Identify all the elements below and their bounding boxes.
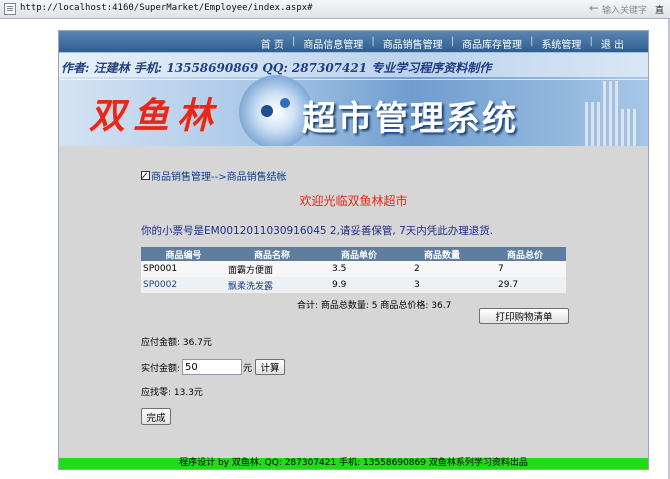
paid-amount-unit: 元: [243, 363, 253, 374]
page-icon: [4, 3, 16, 15]
header-banner: 作者: 汪建林 手机: 13558690869 QQ: 287307421 专业…: [59, 53, 648, 151]
search-extra-text: 直: [655, 6, 665, 16]
breadcrumb: 商品销售管理-->商品销售结帐: [141, 168, 287, 183]
browser-address-bar: http://localhost:4160/SuperMarket/Employ…: [0, 0, 670, 19]
table-row: SP0001 面霸方便面 3.5 2 7: [141, 261, 566, 277]
receipt-message: 你的小票号是EM0012011030916045 2,请妥善保管, 7天内凭此办…: [141, 225, 494, 237]
table-header-row: 商品编号 商品名称 商品单价 商品数量 商品总价: [141, 247, 566, 261]
system-title: 超市管理系统: [302, 99, 518, 139]
nav-home[interactable]: 首 页: [253, 36, 292, 51]
paid-amount-input[interactable]: [182, 359, 243, 375]
calculate-button[interactable]: 计算: [255, 359, 286, 375]
cell-total-price: 29.7: [484, 277, 566, 293]
cell-quantity: 2: [400, 261, 484, 277]
cell-product-code: SP0002: [141, 277, 226, 293]
building-decoration-icon: [585, 81, 639, 151]
app-frame: 首 页 | 商品信息管理 | 商品销售管理 | 商品库存管理 | 系统管理 | …: [58, 30, 649, 470]
cell-product-name: 飘柔洗发露: [226, 277, 318, 293]
breadcrumb-text[interactable]: 商品销售管理-->商品销售结帐: [151, 168, 287, 183]
search-box[interactable]: 输入关键字: [602, 3, 647, 16]
author-info: 作者: 汪建林 手机: 13558690869 QQ: 287307421 专业…: [61, 61, 492, 75]
paid-amount-label: 实付金额:: [141, 363, 181, 374]
cell-product-code: SP0001: [141, 261, 226, 277]
order-summary: 合计: 商品总数量: 5 商品总价格: 36.7: [297, 301, 452, 311]
nav-menu: 首 页 | 商品信息管理 | 商品销售管理 | 商品库存管理 | 系统管理 | …: [253, 36, 632, 51]
banner-divider: [59, 79, 648, 80]
paid-amount-row: 实付金额: 元 计算: [141, 359, 286, 375]
cell-product-name: 面霸方便面: [226, 261, 318, 277]
brand-name: 双鱼林: [89, 95, 222, 137]
nav-product-sales[interactable]: 商品销售管理: [375, 36, 451, 51]
header-total-price: 商品总价: [484, 247, 566, 261]
header-unit-price: 商品单价: [318, 247, 400, 261]
cell-total-price: 7: [484, 261, 566, 277]
nav-system[interactable]: 系统管理: [533, 36, 589, 51]
payable-amount: 应付金额: 36.7元: [141, 338, 212, 348]
nav-product-info[interactable]: 商品信息管理: [295, 36, 371, 51]
main-content: 商品销售管理-->商品销售结帐 欢迎光临双鱼林超市 你的小票号是EM001201…: [59, 151, 648, 456]
header-product-code: 商品编号: [141, 247, 226, 261]
address-url[interactable]: http://localhost:4160/SuperMarket/Employ…: [20, 3, 313, 13]
change-amount: 应找零: 13.3元: [141, 388, 203, 398]
edit-icon: [141, 171, 150, 180]
table-row: SP0002 飘柔洗发露 9.9 3 29.7: [141, 277, 566, 293]
cell-unit-price: 9.9: [318, 277, 400, 293]
print-list-button[interactable]: 打印购物清单: [479, 308, 569, 324]
sales-items-table: 商品编号 商品名称 商品单价 商品数量 商品总价 SP0001 面霸方便面 3.…: [141, 247, 566, 293]
header-quantity: 商品数量: [400, 247, 484, 261]
header-product-name: 商品名称: [226, 247, 318, 261]
footer-bar: 程序设计 by 双鱼林. QQ: 287307421 手机: 135586908…: [59, 458, 648, 469]
top-nav-bar: 首 页 | 商品信息管理 | 商品销售管理 | 商品库存管理 | 系统管理 | …: [59, 31, 648, 53]
welcome-message: 欢迎光临双鱼林超市: [299, 194, 408, 208]
cell-unit-price: 3.5: [318, 261, 400, 277]
nav-logout[interactable]: 退 出: [593, 36, 632, 51]
nav-product-stock[interactable]: 商品库存管理: [454, 36, 530, 51]
back-arrow-icon[interactable]: ←: [589, 1, 599, 15]
done-button[interactable]: 完成: [141, 408, 171, 425]
cell-quantity: 3: [400, 277, 484, 293]
